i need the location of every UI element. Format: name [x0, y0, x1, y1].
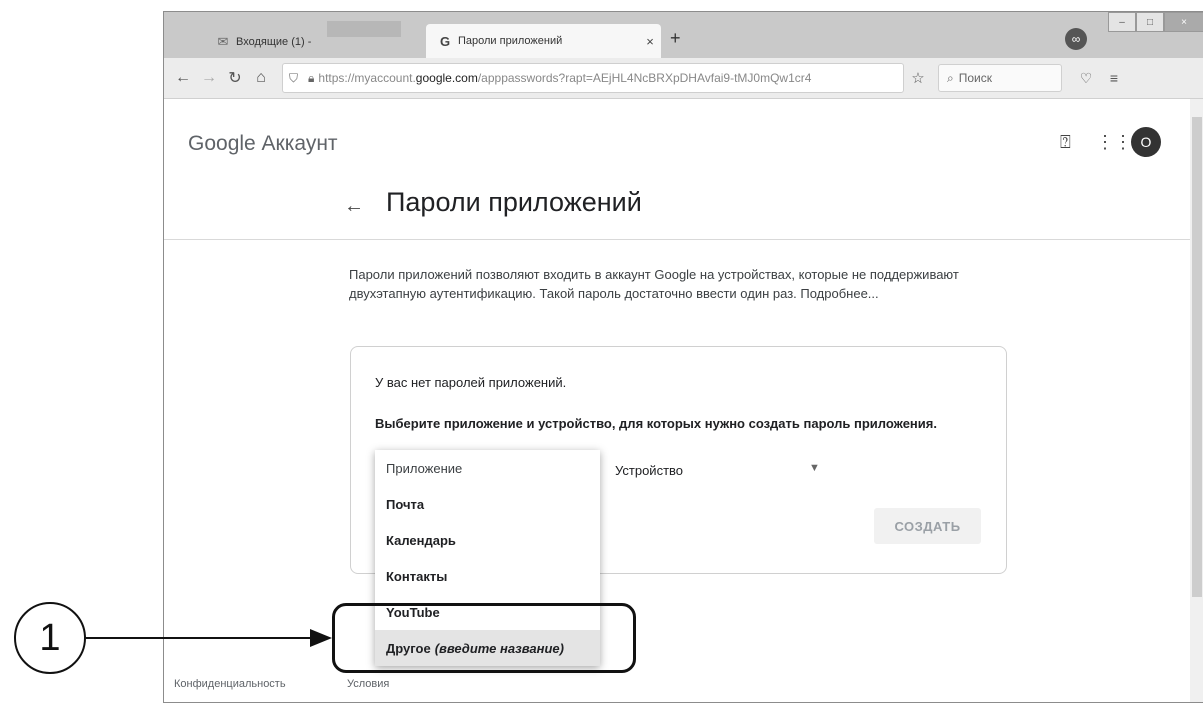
- url-prefix: https://myaccount.: [318, 71, 416, 85]
- option-calendar[interactable]: Календарь: [375, 522, 600, 558]
- browser-window: ✉ Входящие (1) - × G Пароли приложений ×…: [163, 11, 1203, 703]
- vertical-scrollbar[interactable]: [1190, 99, 1203, 702]
- footer-privacy-link[interactable]: Конфиденциальность: [174, 678, 286, 690]
- option-contacts[interactable]: Контакты: [375, 558, 600, 594]
- back-icon[interactable]: ←: [170, 69, 196, 87]
- scrollbar-thumb[interactable]: [1192, 117, 1202, 597]
- empty-message: У вас нет паролей приложений.: [375, 375, 567, 390]
- callout-arrow-line: [86, 637, 312, 639]
- avatar[interactable]: О: [1131, 127, 1161, 157]
- tab-inbox[interactable]: ✉ Входящие (1) - ×: [204, 26, 444, 58]
- callout-arrow-head: [310, 629, 332, 647]
- header-divider: [164, 239, 1190, 240]
- search-input[interactable]: ⌕ Поиск: [938, 64, 1062, 92]
- search-icon: ⌕: [947, 70, 954, 85]
- home-icon[interactable]: ⌂: [248, 69, 274, 87]
- page-content: Google Аккаунт ⍰ ⋮⋮⋮ О ← Пароли приложен…: [164, 99, 1190, 702]
- window-controls: – □ ×: [1108, 12, 1203, 32]
- bookmark-star-icon[interactable]: ☆: [904, 69, 932, 87]
- lock-icon[interactable]: 🔒︎: [308, 71, 314, 86]
- search-placeholder: Поиск: [958, 71, 992, 85]
- reload-icon[interactable]: ↻: [222, 68, 248, 88]
- navigation-bar: ← → ↻ ⌂ ⛉ 🔒︎ https://myaccount. google.co…: [164, 58, 1203, 99]
- forward-icon[interactable]: →: [196, 69, 222, 87]
- instruction-text: Выберите приложение и устройство, для ко…: [375, 416, 937, 431]
- page-description: Пароли приложений позволяют входить в ак…: [349, 267, 959, 301]
- url-path: /apppasswords?rapt=AEjHL4NcBRXpDHAvfai9-…: [477, 71, 812, 85]
- shield-icon[interactable]: ⛉: [289, 71, 298, 86]
- dropdown-arrow-icon[interactable]: ▼: [809, 462, 820, 474]
- redacted-block: [327, 21, 401, 37]
- create-button[interactable]: СОЗДАТЬ: [874, 508, 981, 544]
- google-g-icon: G: [439, 33, 451, 49]
- dropdown-placeholder[interactable]: Приложение: [375, 450, 600, 486]
- help-icon[interactable]: ⍰: [1060, 132, 1071, 153]
- maximize-button[interactable]: □: [1136, 12, 1164, 32]
- google-account-logo[interactable]: Google Аккаунт: [188, 132, 338, 156]
- callout-highlight-box: [332, 603, 636, 673]
- callout-number: 1: [14, 602, 86, 674]
- minimize-button[interactable]: –: [1108, 12, 1136, 32]
- url-domain: google.com: [415, 71, 478, 85]
- tab-label: Пароли приложений: [458, 35, 563, 47]
- footer-terms-link[interactable]: Условия: [347, 678, 389, 690]
- page-title: Пароли приложений: [386, 187, 642, 217]
- new-tab-button[interactable]: +: [670, 28, 681, 49]
- close-window-button[interactable]: ×: [1164, 12, 1203, 32]
- tab-app-passwords[interactable]: G Пароли приложений ×: [426, 24, 661, 58]
- pocket-icon[interactable]: ♡: [1074, 70, 1098, 87]
- device-select[interactable]: Устройство: [615, 463, 683, 478]
- menu-icon[interactable]: ≡: [1102, 70, 1126, 86]
- back-arrow-icon[interactable]: ←: [344, 195, 364, 218]
- option-mail[interactable]: Почта: [375, 486, 600, 522]
- private-mask-icon[interactable]: ∞: [1065, 28, 1087, 50]
- tab-label: Входящие (1) -: [236, 36, 312, 48]
- mail-icon: ✉: [217, 34, 229, 49]
- close-tab-icon[interactable]: ×: [639, 34, 661, 49]
- url-bar[interactable]: ⛉ 🔒︎ https://myaccount. google.com/apppas…: [282, 63, 904, 93]
